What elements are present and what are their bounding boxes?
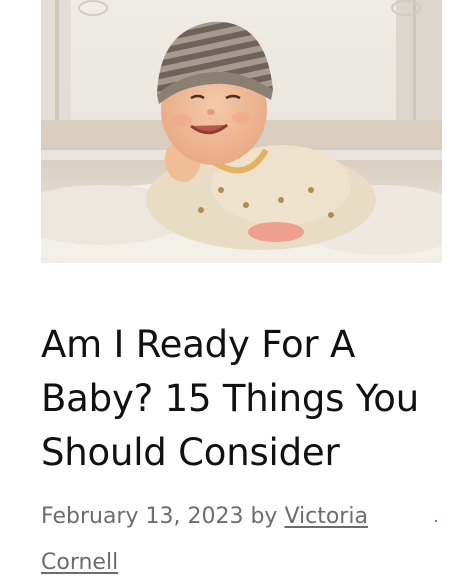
- accent-dot: [435, 520, 437, 522]
- post-title[interactable]: Am I Ready For A Baby? 15 Things You Sho…: [41, 318, 451, 480]
- blog-post-card: Am I Ready For A Baby? 15 Things You Sho…: [0, 0, 473, 583]
- baby-photo: [41, 0, 442, 263]
- post-date: February 13, 2023: [41, 504, 244, 529]
- featured-image[interactable]: [41, 0, 442, 263]
- post-meta: February 13, 2023 by Victoria Cornell: [41, 494, 441, 583]
- byline-prefix: by: [250, 504, 278, 529]
